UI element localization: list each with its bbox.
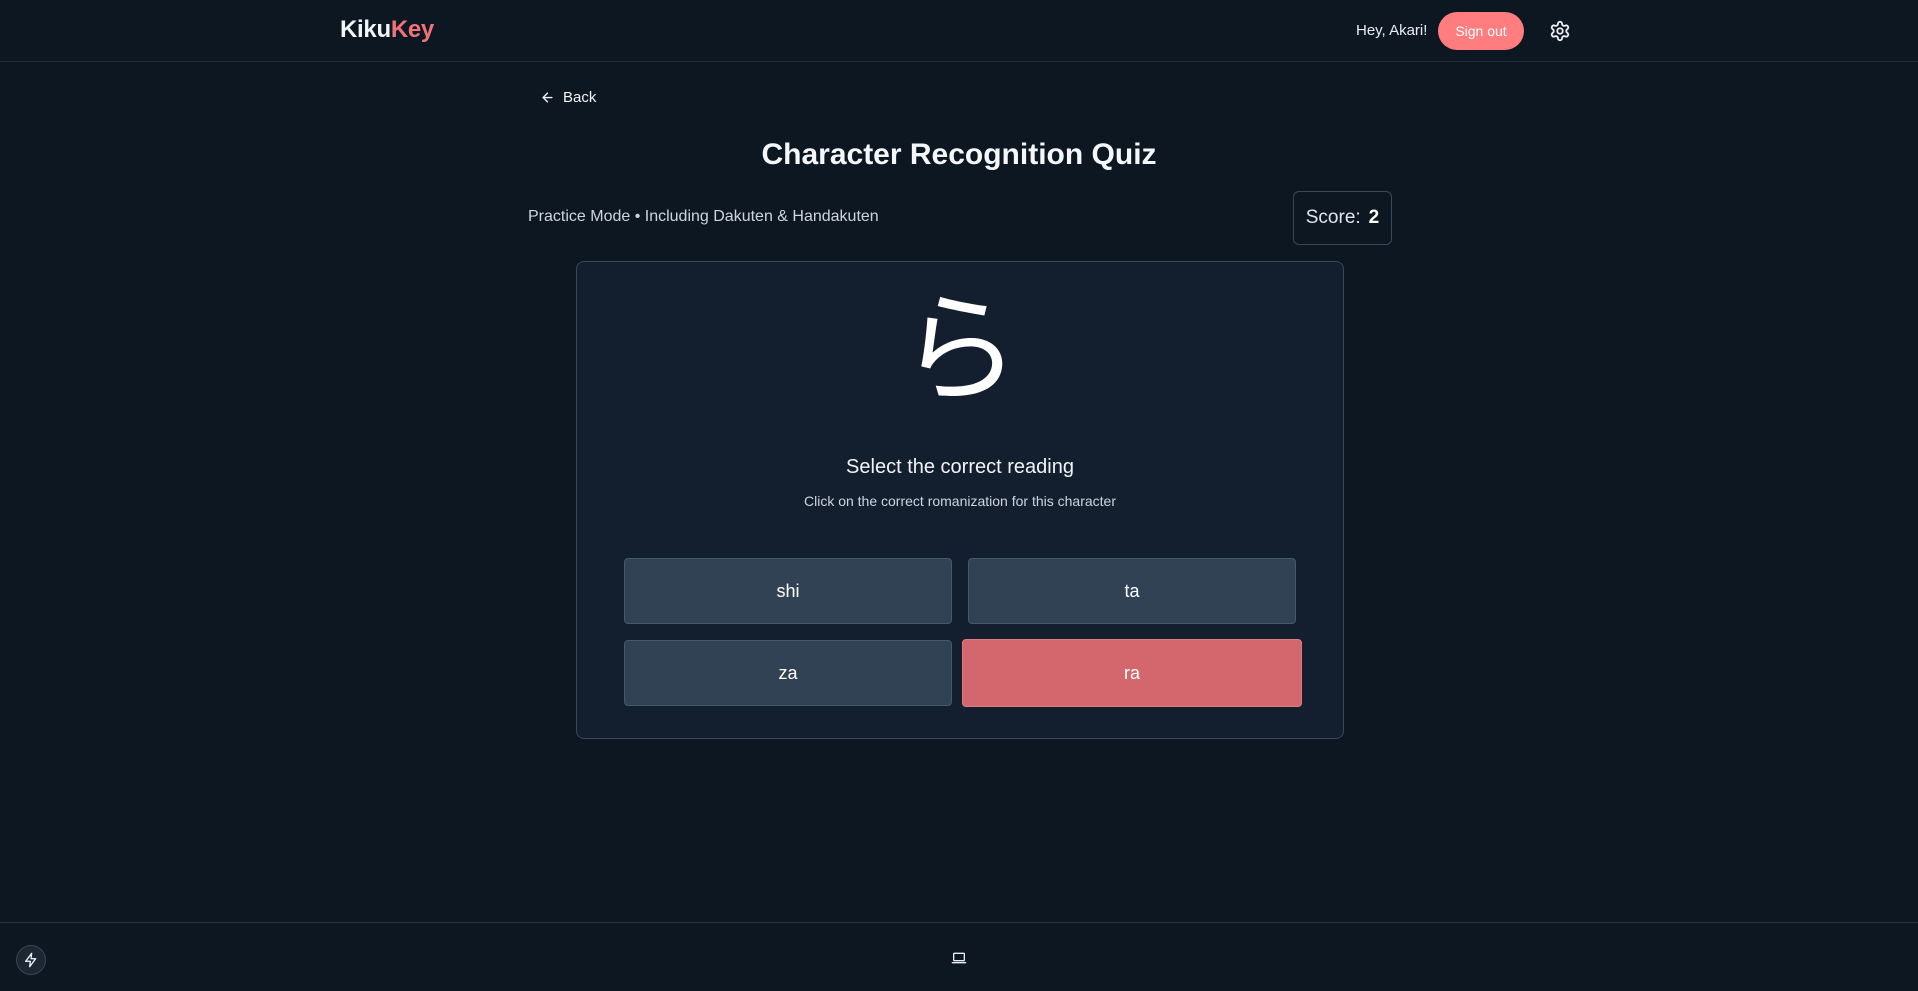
quiz-card: ら Select the correct reading Click on th… [576,261,1344,739]
sign-out-button[interactable]: Sign out [1438,12,1524,50]
quiz-mode-description: Practice Mode • Including Dakuten & Hand… [528,208,879,225]
lightning-bolt-icon[interactable] [16,945,46,975]
score-value: 2 [1368,207,1380,228]
back-label: Back [563,88,597,106]
answer-option-ta[interactable]: ta [968,558,1296,624]
app-logo[interactable]: KikuKey [340,16,434,44]
logo-text-key: Key [390,16,434,43]
quiz-subinstruction: Click on the correct romanization for th… [803,493,1116,509]
answer-option-shi[interactable]: shi [624,558,952,624]
score-box: Score: 2 [1293,191,1392,245]
quiz-instruction: Select the correct reading [846,456,1074,478]
arrow-left-icon [542,91,553,103]
logo-text-kiku: Kiku [340,16,391,43]
laptop-icon[interactable] [951,950,967,966]
user-greeting: Hey, Akari! [1356,22,1428,39]
quiz-character: ら [900,281,1020,420]
score-label: Score: [1305,207,1361,228]
settings-gear-icon[interactable] [1549,20,1571,42]
page-title: Character Recognition Quiz [761,138,1157,171]
top-navbar: KikuKey Hey, Akari! Sign out [0,0,1918,62]
back-button[interactable]: Back [540,86,596,108]
answer-option-ra[interactable]: ra [962,639,1302,707]
answer-option-za[interactable]: za [624,640,952,706]
